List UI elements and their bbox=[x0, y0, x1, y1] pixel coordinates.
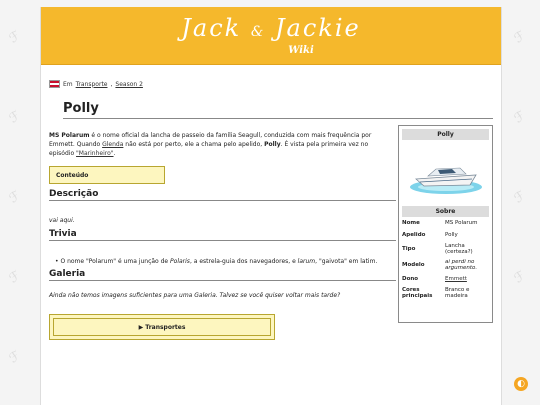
infobox-value: Emmett bbox=[445, 276, 489, 283]
infobox-row: Cores principais Branco e madeira bbox=[399, 285, 492, 301]
table-of-contents[interactable]: Conteúdo bbox=[49, 166, 165, 184]
breadcrumb-prefix: Em bbox=[63, 80, 73, 88]
infobox-value: Lancha (certeza?) bbox=[445, 242, 473, 256]
navbox-transportes[interactable]: ▶ Transportes bbox=[49, 314, 275, 340]
infobox-value: ai perdi no argumento. bbox=[445, 258, 478, 272]
wiki-page: Jack & Jackie Wiki Em Transporte, Season… bbox=[40, 7, 502, 405]
infobox-row: Apelido Polly bbox=[399, 229, 492, 241]
infobox-label: Cores principais bbox=[402, 287, 433, 299]
page-title: Polly bbox=[63, 101, 493, 119]
infobox-row: Dono Emmett bbox=[399, 273, 492, 285]
breadcrumb-separator: , bbox=[110, 80, 113, 88]
logo-text-right: Jackie bbox=[274, 14, 361, 42]
section-heading-trivia: Trivia bbox=[49, 229, 396, 241]
breadcrumb-link-transporte[interactable]: Transporte bbox=[76, 81, 108, 88]
wiki-logo[interactable]: Jack & Jackie bbox=[41, 14, 501, 42]
breadcrumb: Em Transporte, Season 2 bbox=[49, 80, 143, 88]
infobox-title: Polly bbox=[402, 129, 489, 140]
intro-text: . bbox=[113, 150, 116, 157]
infobox-section-sobre: Sobre bbox=[402, 206, 489, 217]
logo-ampersand: & bbox=[250, 24, 266, 40]
wiki-header[interactable]: Jack & Jackie Wiki bbox=[41, 7, 501, 65]
intro-bold-polly: Polly bbox=[264, 141, 281, 148]
trivia-text: , a estrela-guia dos navegadores, e bbox=[189, 258, 298, 265]
trivia-text: , "gaivota" em latim. bbox=[315, 258, 378, 265]
infobox-value: MS Polarum bbox=[445, 219, 478, 226]
link-episode-marinheiro[interactable]: "Marinheiro" bbox=[76, 150, 113, 157]
descricao-text: vai aqui. bbox=[49, 217, 75, 224]
infobox-row: Tipo Lancha (certeza?) bbox=[399, 241, 492, 257]
logo-subtitle: Wiki bbox=[288, 45, 314, 56]
trivia-text: O nome "Polarum" é uma junção de bbox=[60, 258, 171, 265]
intro-text: não está por perto, ele a chama pelo ape… bbox=[123, 141, 265, 148]
infobox-row: Modelo ai perdi no argumento. bbox=[399, 257, 492, 273]
galeria-text: Ainda não temos imagens suficientes para… bbox=[49, 292, 341, 299]
infobox: Polly Sobre Nome MS Polarum Apelido Poll… bbox=[398, 125, 493, 323]
logo-text-left: Jack bbox=[181, 14, 242, 42]
trivia-list-item: • O nome "Polarum" é uma junção de Polar… bbox=[55, 258, 378, 265]
us-flag-icon bbox=[49, 80, 60, 88]
infobox-value: Branco e madeira bbox=[445, 286, 470, 300]
trivia-italic: Polaris bbox=[170, 258, 190, 265]
infobox-row: Nome MS Polarum bbox=[399, 217, 492, 229]
intro-bold-name: MS Polarum bbox=[49, 132, 90, 139]
breadcrumb-link-season-2[interactable]: Season 2 bbox=[115, 81, 143, 88]
infobox-label: Dono bbox=[402, 276, 419, 282]
section-heading-descricao: Descrição bbox=[49, 189, 396, 201]
infobox-label: Modelo bbox=[402, 262, 425, 268]
link-emmett[interactable]: Emmett bbox=[445, 276, 467, 282]
link-glenda[interactable]: Glenda bbox=[102, 141, 123, 148]
theme-toggle-icon[interactable]: ◐ bbox=[514, 377, 528, 391]
navbox-toggle-button[interactable]: ▶ Transportes bbox=[53, 318, 271, 336]
infobox-image-boat[interactable] bbox=[402, 143, 489, 203]
infobox-value: Polly bbox=[445, 231, 458, 238]
intro-paragraph: MS Polarum é o nome oficial da lancha de… bbox=[49, 131, 389, 158]
section-heading-galeria: Galeria bbox=[49, 269, 396, 281]
infobox-label: Nome bbox=[402, 220, 420, 226]
boat-image bbox=[410, 167, 482, 194]
trivia-italic: larum bbox=[297, 258, 316, 265]
infobox-label: Tipo bbox=[402, 246, 416, 252]
infobox-label: Apelido bbox=[402, 232, 426, 238]
